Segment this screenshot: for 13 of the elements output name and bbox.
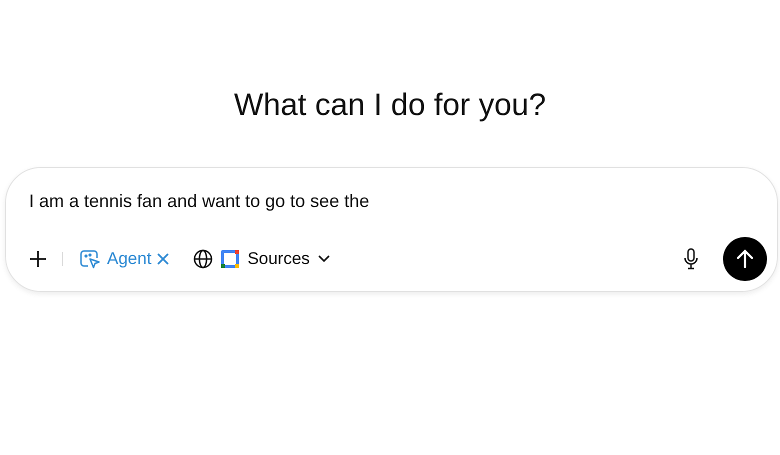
agent-icon bbox=[79, 249, 101, 270]
heading: What can I do for you? bbox=[233, 86, 547, 124]
add-button[interactable] bbox=[28, 249, 48, 270]
arrow-up-icon bbox=[736, 249, 754, 270]
remove-icon[interactable] bbox=[157, 253, 170, 266]
globe-button[interactable] bbox=[193, 249, 214, 270]
chevron-down-icon bbox=[318, 255, 330, 264]
sources-button[interactable]: Sources bbox=[221, 246, 330, 272]
microphone-button[interactable] bbox=[683, 248, 699, 270]
prompt-input[interactable]: I am a tennis fan and want to go to see the bbox=[28, 188, 767, 216]
agent-chip[interactable]: Agent bbox=[107, 246, 152, 272]
send-button[interactable] bbox=[723, 237, 767, 282]
calendar-icon bbox=[221, 250, 240, 268]
